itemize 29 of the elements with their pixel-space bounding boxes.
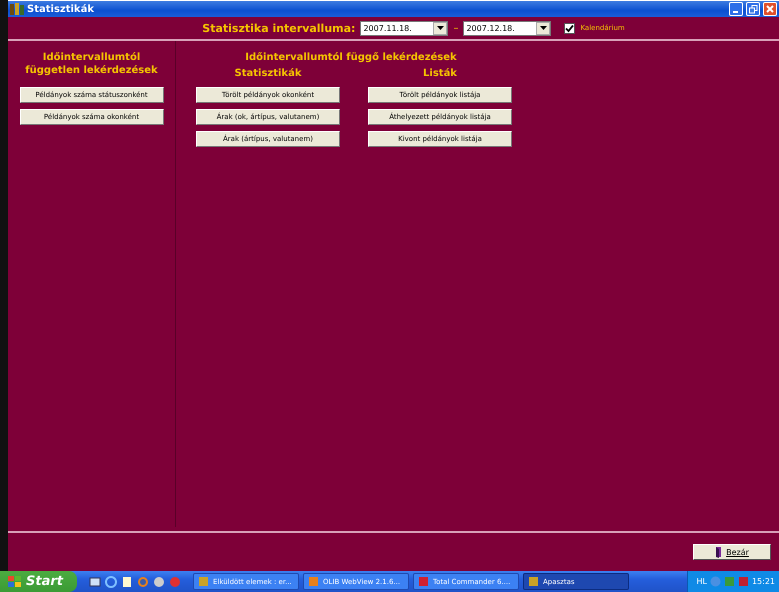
app-icon: [198, 576, 209, 587]
desktop-icon[interactable]: [88, 576, 101, 588]
interval-label: Statisztika intervalluma:: [202, 22, 356, 34]
date-from-field[interactable]: 2007.11.18.: [360, 20, 448, 36]
close-button[interactable]: [763, 2, 777, 16]
restore-icon: [748, 4, 758, 14]
date-to-field[interactable]: 2007.12.18.: [463, 20, 552, 36]
minimize-button[interactable]: [729, 2, 743, 16]
door-icon: [715, 546, 724, 558]
panel-title: Időintervallumtól független lekérdezések: [24, 51, 159, 78]
books-icon: [10, 3, 24, 15]
column-title: Statisztikák: [234, 68, 302, 81]
document-icon[interactable]: [120, 576, 133, 588]
clock: 15:21: [752, 577, 775, 586]
dropdown-arrow-icon[interactable]: [540, 26, 547, 30]
window-title: Statisztikák: [27, 4, 94, 14]
close-icon: [766, 5, 774, 13]
range-separator: –: [453, 22, 458, 34]
windows-logo-icon: [8, 576, 22, 588]
panel-title: Időintervallumtól függő lekérdezések: [244, 51, 458, 64]
dropdown-arrow-icon[interactable]: [436, 26, 444, 30]
close-button[interactable]: Bezár: [693, 544, 771, 560]
app-icon: [418, 576, 429, 587]
calendar-checkbox[interactable]: [564, 22, 576, 34]
restore-button[interactable]: [746, 2, 760, 16]
app-icon: [528, 576, 539, 587]
app-icon: [308, 576, 319, 587]
column-title: Listák: [423, 68, 457, 81]
language-indicator[interactable]: HL: [696, 577, 707, 586]
